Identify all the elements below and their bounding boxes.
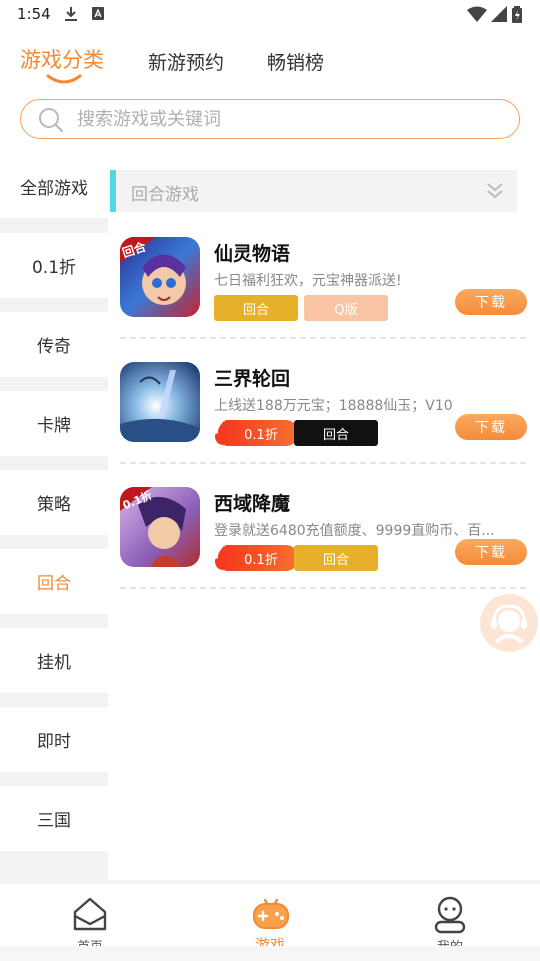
nav-home[interactable]: 首页 bbox=[30, 884, 150, 955]
search-icon bbox=[38, 107, 64, 137]
home-icon bbox=[73, 897, 107, 931]
sidebar-item-card[interactable]: 卡牌 bbox=[0, 391, 108, 456]
chevron-double-down-icon[interactable] bbox=[485, 181, 505, 205]
tab-best-sellers[interactable]: 畅销榜 bbox=[267, 48, 324, 75]
sidebar-item-three-kingdoms[interactable]: 三国 bbox=[0, 786, 108, 851]
game-description: 登录就送6480充值额度、9999直购币、百... bbox=[214, 523, 495, 539]
discount-tag: 0.1折 bbox=[224, 420, 298, 446]
section-accent-bar bbox=[110, 170, 116, 212]
divider bbox=[120, 337, 526, 339]
customer-service-button[interactable] bbox=[480, 594, 538, 652]
game-icon: 0.1折 bbox=[120, 487, 200, 567]
discount-tag: 0.1折 bbox=[224, 545, 298, 571]
game-icon bbox=[120, 362, 200, 442]
sidebar-item-all-games[interactable]: 全部游戏 bbox=[0, 155, 108, 218]
game-list-item[interactable]: 回合 仙灵物语 七日福利狂欢，元宝神器派送! 回合 Q版 下载 bbox=[120, 237, 530, 349]
category-sidebar: 全部游戏 0.1折 传奇 卡牌 策略 回合 挂机 即时 三国 bbox=[0, 155, 108, 880]
sidebar-item-discount[interactable]: 0.1折 bbox=[0, 233, 108, 298]
battery-icon bbox=[512, 6, 522, 27]
game-tag: 回合 bbox=[294, 545, 378, 571]
game-list-item[interactable]: 0.1折 西域降魔 登录就送6480充值额度、9999直购币、百... 0.1折… bbox=[120, 487, 530, 599]
search-bar[interactable] bbox=[20, 99, 520, 139]
game-list-item[interactable]: 三界轮回 上线送188万元宝；18888仙玉；V10 0.1折 回合 下载 bbox=[120, 362, 530, 474]
game-title: 三界轮回 bbox=[214, 368, 291, 390]
download-button[interactable]: 下载 bbox=[455, 289, 527, 315]
sidebar-item-strategy[interactable]: 策略 bbox=[0, 470, 108, 535]
tab-new-game-reservation[interactable]: 新游预约 bbox=[148, 48, 224, 75]
section-title: 回合游戏 bbox=[131, 185, 199, 205]
signal-icon bbox=[491, 6, 507, 26]
game-description: 七日福利狂欢，元宝神器派送! bbox=[214, 273, 402, 289]
game-title: 仙灵物语 bbox=[214, 243, 291, 265]
headset-icon bbox=[491, 604, 527, 644]
nav-games[interactable]: 游戏 bbox=[210, 884, 330, 954]
tab-active-indicator bbox=[46, 74, 82, 84]
section-header[interactable]: 回合游戏 bbox=[110, 170, 517, 212]
search-input[interactable] bbox=[77, 106, 497, 132]
wifi-icon bbox=[467, 6, 487, 26]
sidebar-item-realtime[interactable]: 即时 bbox=[0, 707, 108, 772]
download-button[interactable]: 下载 bbox=[455, 414, 527, 440]
sidebar-item-turn-based[interactable]: 回合 bbox=[0, 549, 108, 614]
profile-icon bbox=[434, 896, 466, 934]
top-tabs: 游戏分类 新游预约 畅销榜 bbox=[0, 40, 540, 90]
system-nav-area bbox=[0, 946, 540, 961]
sidebar-item-legend[interactable]: 传奇 bbox=[0, 312, 108, 377]
download-button[interactable]: 下载 bbox=[455, 539, 527, 565]
game-icon: 回合 bbox=[120, 237, 200, 317]
status-time: 1:54 bbox=[17, 5, 51, 23]
divider bbox=[120, 587, 526, 589]
font-status-icon bbox=[91, 6, 105, 26]
game-tag: Q版 bbox=[304, 295, 388, 321]
nav-profile[interactable]: 我的 bbox=[390, 884, 510, 955]
download-status-icon bbox=[64, 6, 78, 26]
game-description: 上线送188万元宝；18888仙玉；V10 bbox=[214, 398, 453, 414]
game-tag: 回合 bbox=[214, 295, 298, 321]
tab-game-category[interactable]: 游戏分类 bbox=[20, 44, 104, 74]
game-tag: 回合 bbox=[294, 420, 378, 446]
divider bbox=[120, 462, 526, 464]
gamepad-icon bbox=[253, 898, 289, 929]
bottom-navigation: 首页 游戏 我的 bbox=[0, 884, 540, 955]
sidebar-item-idle[interactable]: 挂机 bbox=[0, 628, 108, 693]
status-bar: 1:54 bbox=[0, 0, 540, 30]
game-title: 西域降魔 bbox=[214, 493, 291, 515]
